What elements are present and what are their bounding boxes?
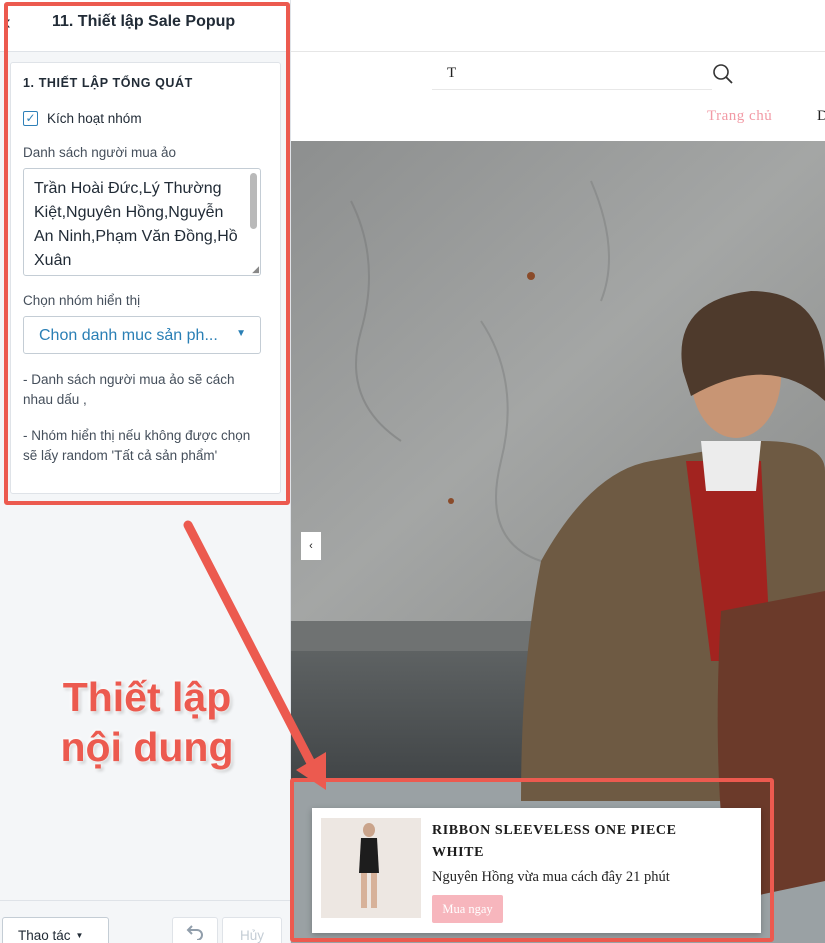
- panel-header: ‹ 11. Thiết lập Sale Popup: [0, 0, 290, 52]
- nav-home-link[interactable]: Trang chủ: [707, 108, 772, 125]
- slide-prev-button[interactable]: ‹: [301, 532, 321, 560]
- activate-group-checkbox[interactable]: ✓: [23, 110, 38, 126]
- section-title: 1. THIẾT LẬP TỔNG QUÁT: [23, 76, 193, 90]
- activate-group-row[interactable]: ✓ Kích hoạt nhóm: [23, 109, 142, 127]
- caret-down-icon: ▼: [75, 931, 84, 940]
- popup-product-name[interactable]: RIBBON SLEEVELESS ONE PIECE WHITE: [432, 820, 732, 864]
- settings-panel: ‹ 11. Thiết lập Sale Popup 1. THIẾT LẬP …: [0, 0, 291, 943]
- annotation-callout: Thiết lập nội dung: [52, 672, 242, 772]
- caret-down-icon: ▼: [236, 328, 246, 339]
- callout-line-2: nội dung: [60, 724, 234, 770]
- fake-buyers-value: Trần Hoài Đức,Lý Thường Kiệt,Nguyên Hồng…: [34, 180, 238, 269]
- nav-next-link[interactable]: D: [817, 108, 825, 125]
- fake-buyers-label: Danh sách người mua ảo: [23, 145, 176, 160]
- dress-photo: [321, 818, 421, 918]
- panel-footer: Thao tác ▼ Hủy: [0, 900, 290, 943]
- store-top-bar: [291, 0, 825, 52]
- display-group-label: Chọn nhóm hiển thị: [23, 293, 141, 308]
- popup-product-image[interactable]: [321, 818, 421, 918]
- fake-buyers-textarea[interactable]: Trần Hoài Đức,Lý Thường Kiệt,Nguyên Hồng…: [23, 168, 261, 276]
- actions-label: Thao tác: [18, 928, 71, 943]
- activate-group-label: Kích hoạt nhóm: [47, 110, 142, 126]
- display-group-value: Chon danh muc sản ph...: [39, 327, 218, 344]
- buy-now-button[interactable]: Mua ngay: [432, 895, 503, 923]
- undo-button[interactable]: [172, 917, 218, 943]
- actions-button[interactable]: Thao tác ▼: [2, 917, 109, 943]
- search-input[interactable]: [432, 58, 712, 90]
- undo-icon: [186, 925, 203, 941]
- back-chevron-icon[interactable]: ‹: [4, 12, 20, 36]
- resize-grip-icon[interactable]: ◢: [249, 264, 259, 274]
- display-group-select[interactable]: Chon danh muc sản ph... ▼: [23, 316, 261, 354]
- textarea-scrollbar[interactable]: [250, 173, 257, 229]
- general-settings-card: 1. THIẾT LẬP TỔNG QUÁT ✓ Kích hoạt nhóm …: [10, 62, 281, 494]
- popup-purchase-message: Nguyên Hồng vừa mua cách đây 21 phút: [432, 869, 670, 885]
- callout-line-1: Thiết lập: [62, 674, 232, 720]
- chevron-left-icon: ‹: [309, 540, 313, 552]
- checkmark-icon: ✓: [25, 111, 36, 125]
- panel-title: 11. Thiết lập Sale Popup: [52, 13, 236, 30]
- search-icon[interactable]: [712, 63, 734, 85]
- sale-popup[interactable]: RIBBON SLEEVELESS ONE PIECE WHITE Nguyên…: [312, 808, 761, 933]
- help-note-buyers: - Danh sách người mua ảo sẽ cách nhau dấ…: [23, 372, 235, 407]
- help-note-group: - Nhóm hiển thị nếu không được chọn sẽ l…: [23, 428, 251, 463]
- cancel-button[interactable]: Hủy: [222, 917, 282, 943]
